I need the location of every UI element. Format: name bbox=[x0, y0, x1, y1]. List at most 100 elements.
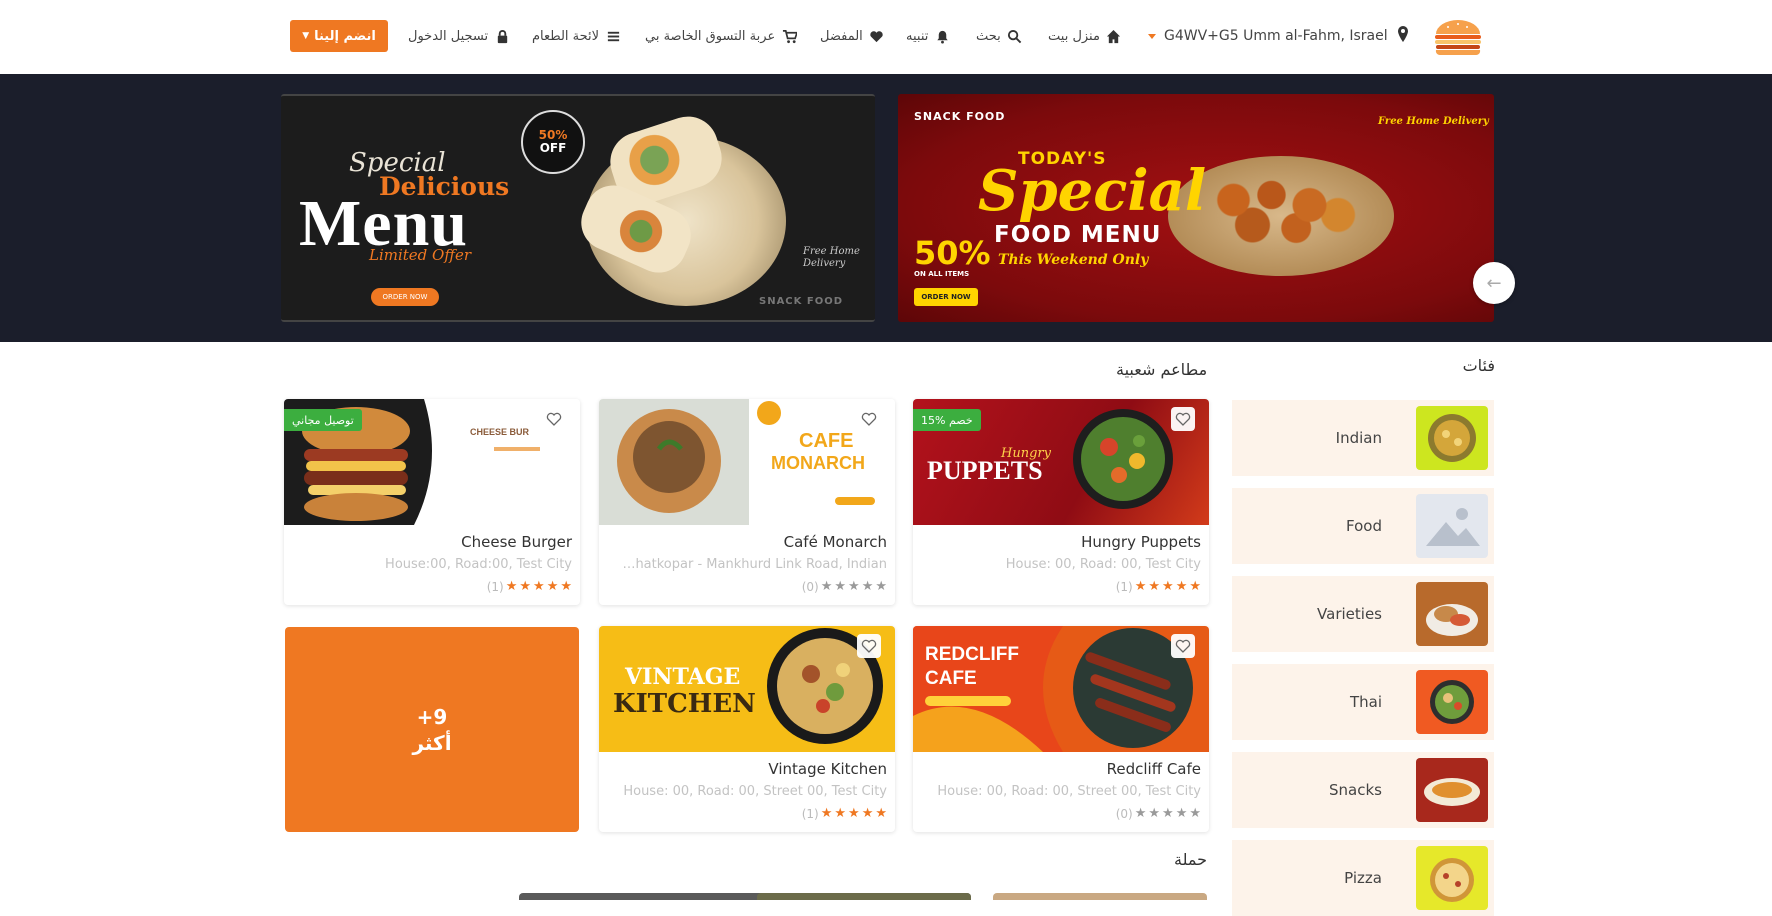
star-icon: ★ bbox=[1134, 806, 1147, 821]
category-item-snacks[interactable]: Snacks bbox=[1232, 752, 1494, 828]
join-us-label: انضم إلينا bbox=[314, 28, 376, 44]
campaign-card[interactable] bbox=[757, 893, 971, 900]
nav-my-cart-label: عربة التسوق الخاصة بي bbox=[645, 28, 776, 44]
banner-fifty-percent: 50% bbox=[914, 234, 991, 272]
restaurant-card-cheese-burger[interactable]: CHEESE BUR توصيل مجاني Cheese Burger Hou… bbox=[284, 399, 580, 605]
category-image bbox=[1416, 846, 1488, 910]
restaurant-card-hungry-puppets[interactable]: PUPPETS Hungry 15% خصم Hungry Puppets Ho… bbox=[913, 399, 1209, 605]
svg-text:Hungry: Hungry bbox=[1000, 446, 1052, 461]
restaurant-card-vintage-kitchen[interactable]: VINTAGE KITCHEN Vintage Kitchen House: 0… bbox=[599, 626, 895, 832]
star-icon: ★ bbox=[533, 579, 545, 594]
heart-icon bbox=[869, 28, 885, 44]
promo-banner-todays-special[interactable]: SNACK FOOD TODAY'S Special FOOD MENU Thi… bbox=[898, 94, 1494, 322]
svg-text:KITCHEN: KITCHEN bbox=[613, 689, 756, 719]
campaign-card[interactable] bbox=[993, 893, 1207, 900]
heart-outline-icon bbox=[1175, 639, 1191, 653]
star-icon: ★ bbox=[861, 579, 874, 594]
restaurant-card-redcliff-cafe[interactable]: REDCLIFF CAFE Redcliff Cafe House: 00, R… bbox=[913, 626, 1209, 832]
map-pin-icon bbox=[1396, 26, 1410, 46]
popular-restaurants-title: مطاعم شعبية bbox=[1116, 360, 1208, 379]
fried-chicken-image bbox=[1186, 160, 1376, 260]
star-icon: ★ bbox=[834, 806, 847, 821]
banner-order-now-button[interactable]: ORDER NOW bbox=[371, 288, 439, 306]
svg-text:VINTAGE: VINTAGE bbox=[624, 664, 740, 690]
star-icon: ★ bbox=[1162, 579, 1174, 594]
location-selector[interactable]: G4WV+G5 Umm al-Fahm, Israel bbox=[1148, 24, 1410, 48]
favorite-button[interactable] bbox=[857, 407, 881, 431]
nav-notifications[interactable]: تنبيه bbox=[906, 24, 950, 48]
star-icon: ★ bbox=[1189, 579, 1201, 594]
rating-stars: (1) ★ ★ ★ ★ ★ bbox=[1116, 579, 1201, 594]
nav-search-label: بحث bbox=[976, 28, 1001, 44]
search-icon bbox=[1007, 28, 1023, 44]
restaurant-name: Cheese Burger bbox=[461, 533, 572, 551]
discount-badge: 50% OFF bbox=[521, 110, 585, 174]
rating-count: (1) bbox=[486, 579, 504, 594]
favorite-button[interactable] bbox=[1171, 634, 1195, 658]
nav-login-label: تسجيل الدخول bbox=[408, 28, 489, 44]
nav-login[interactable]: تسجيل الدخول bbox=[408, 24, 510, 48]
star-icon: ★ bbox=[1148, 579, 1161, 594]
banner-carousel: Special Delicious Menu Limited Offer ORD… bbox=[0, 74, 1772, 342]
svg-text:CAFE: CAFE bbox=[799, 430, 853, 452]
discount-badge: 15% خصم bbox=[913, 409, 981, 431]
category-item-thai[interactable]: Thai bbox=[1232, 664, 1494, 740]
banner-weekend-text: This Weekend Only bbox=[998, 252, 1149, 268]
cart-icon bbox=[781, 28, 797, 44]
rating-count: (0) bbox=[1115, 806, 1133, 821]
heart-outline-icon bbox=[1175, 412, 1191, 426]
category-label: Indian bbox=[1335, 429, 1382, 447]
category-item-pizza[interactable]: Pizza bbox=[1232, 840, 1494, 916]
nav-favorites-label: المفضل bbox=[820, 28, 863, 44]
star-icon: ★ bbox=[519, 579, 532, 594]
restaurant-address: Ghatkopar - Mankhurd Link Road, Indian .… bbox=[617, 557, 887, 572]
more-label: أكثر bbox=[412, 730, 452, 755]
favorite-button[interactable] bbox=[1171, 407, 1195, 431]
category-item-food[interactable]: Food bbox=[1232, 488, 1494, 564]
category-image bbox=[1416, 582, 1488, 646]
nav-home[interactable]: منزل بيت bbox=[1048, 24, 1122, 48]
view-more-restaurants-button[interactable]: +9 أكثر bbox=[285, 627, 579, 832]
burger-logo[interactable] bbox=[1432, 16, 1484, 58]
restaurant-cover-image: CAFE MONARCH bbox=[599, 399, 895, 525]
svg-text:REDCLIFF: REDCLIFF bbox=[925, 644, 1019, 665]
restaurant-card-cafe-monarch[interactable]: CAFE MONARCH Café Monarch Ghatkopar - Ma… bbox=[599, 399, 895, 605]
categories-title: فئات bbox=[1462, 356, 1495, 375]
star-icon: ★ bbox=[848, 579, 860, 594]
banner-limited-text: Limited Offer bbox=[369, 246, 472, 264]
carousel-arrow-button[interactable]: ← bbox=[1473, 262, 1515, 304]
nav-my-cart[interactable]: عربة التسوق الخاصة بي bbox=[645, 24, 797, 48]
favorite-button[interactable] bbox=[857, 634, 881, 658]
join-us-button[interactable]: ▼ انضم إلينا bbox=[290, 20, 388, 52]
restaurant-name: Hungry Puppets bbox=[1081, 533, 1201, 551]
restaurant-name: Vintage Kitchen bbox=[768, 760, 887, 778]
star-icon: ★ bbox=[861, 806, 874, 821]
rating-count: (0) bbox=[801, 579, 819, 594]
star-icon: ★ bbox=[1148, 806, 1161, 821]
home-icon bbox=[1106, 28, 1122, 44]
rating-stars: (0) ★ ★ ★ ★ ★ bbox=[802, 579, 887, 594]
image-placeholder-icon bbox=[1416, 494, 1488, 558]
nav-favorites[interactable]: المفضل bbox=[820, 24, 885, 48]
promo-banner-special-menu[interactable]: Special Delicious Menu Limited Offer ORD… bbox=[281, 94, 875, 322]
banner-free-delivery-text: Free Home Delivery bbox=[1378, 116, 1489, 127]
banner-special-text: Special bbox=[978, 158, 1207, 224]
banner-order-now-button[interactable]: ORDER NOW bbox=[914, 288, 978, 306]
heart-outline-icon bbox=[861, 412, 877, 426]
category-item-indian[interactable]: Indian bbox=[1232, 400, 1494, 476]
location-label: G4WV+G5 Umm al-Fahm, Israel bbox=[1164, 28, 1388, 44]
caret-down-icon: ▼ bbox=[302, 31, 310, 41]
campaign-title: حملة bbox=[1174, 850, 1208, 869]
favorite-button[interactable] bbox=[542, 407, 566, 431]
nav-food-menu[interactable]: لائحة الطعام bbox=[532, 24, 621, 48]
rating-count: (1) bbox=[1115, 579, 1133, 594]
restaurant-address: House: 00, Road: 00, Street 00, Test Cit… bbox=[937, 784, 1201, 799]
lock-icon bbox=[494, 28, 510, 44]
banner-off-text: ON ALL ITEMS bbox=[914, 270, 970, 278]
category-label: Varieties bbox=[1317, 605, 1382, 623]
star-icon: ★ bbox=[560, 579, 572, 594]
restaurant-address: House: 00, Road: 00, Street 00, Test Cit… bbox=[623, 784, 887, 799]
category-label: Pizza bbox=[1344, 869, 1382, 887]
category-item-varieties[interactable]: Varieties bbox=[1232, 576, 1494, 652]
nav-search[interactable]: بحث bbox=[976, 24, 1023, 48]
